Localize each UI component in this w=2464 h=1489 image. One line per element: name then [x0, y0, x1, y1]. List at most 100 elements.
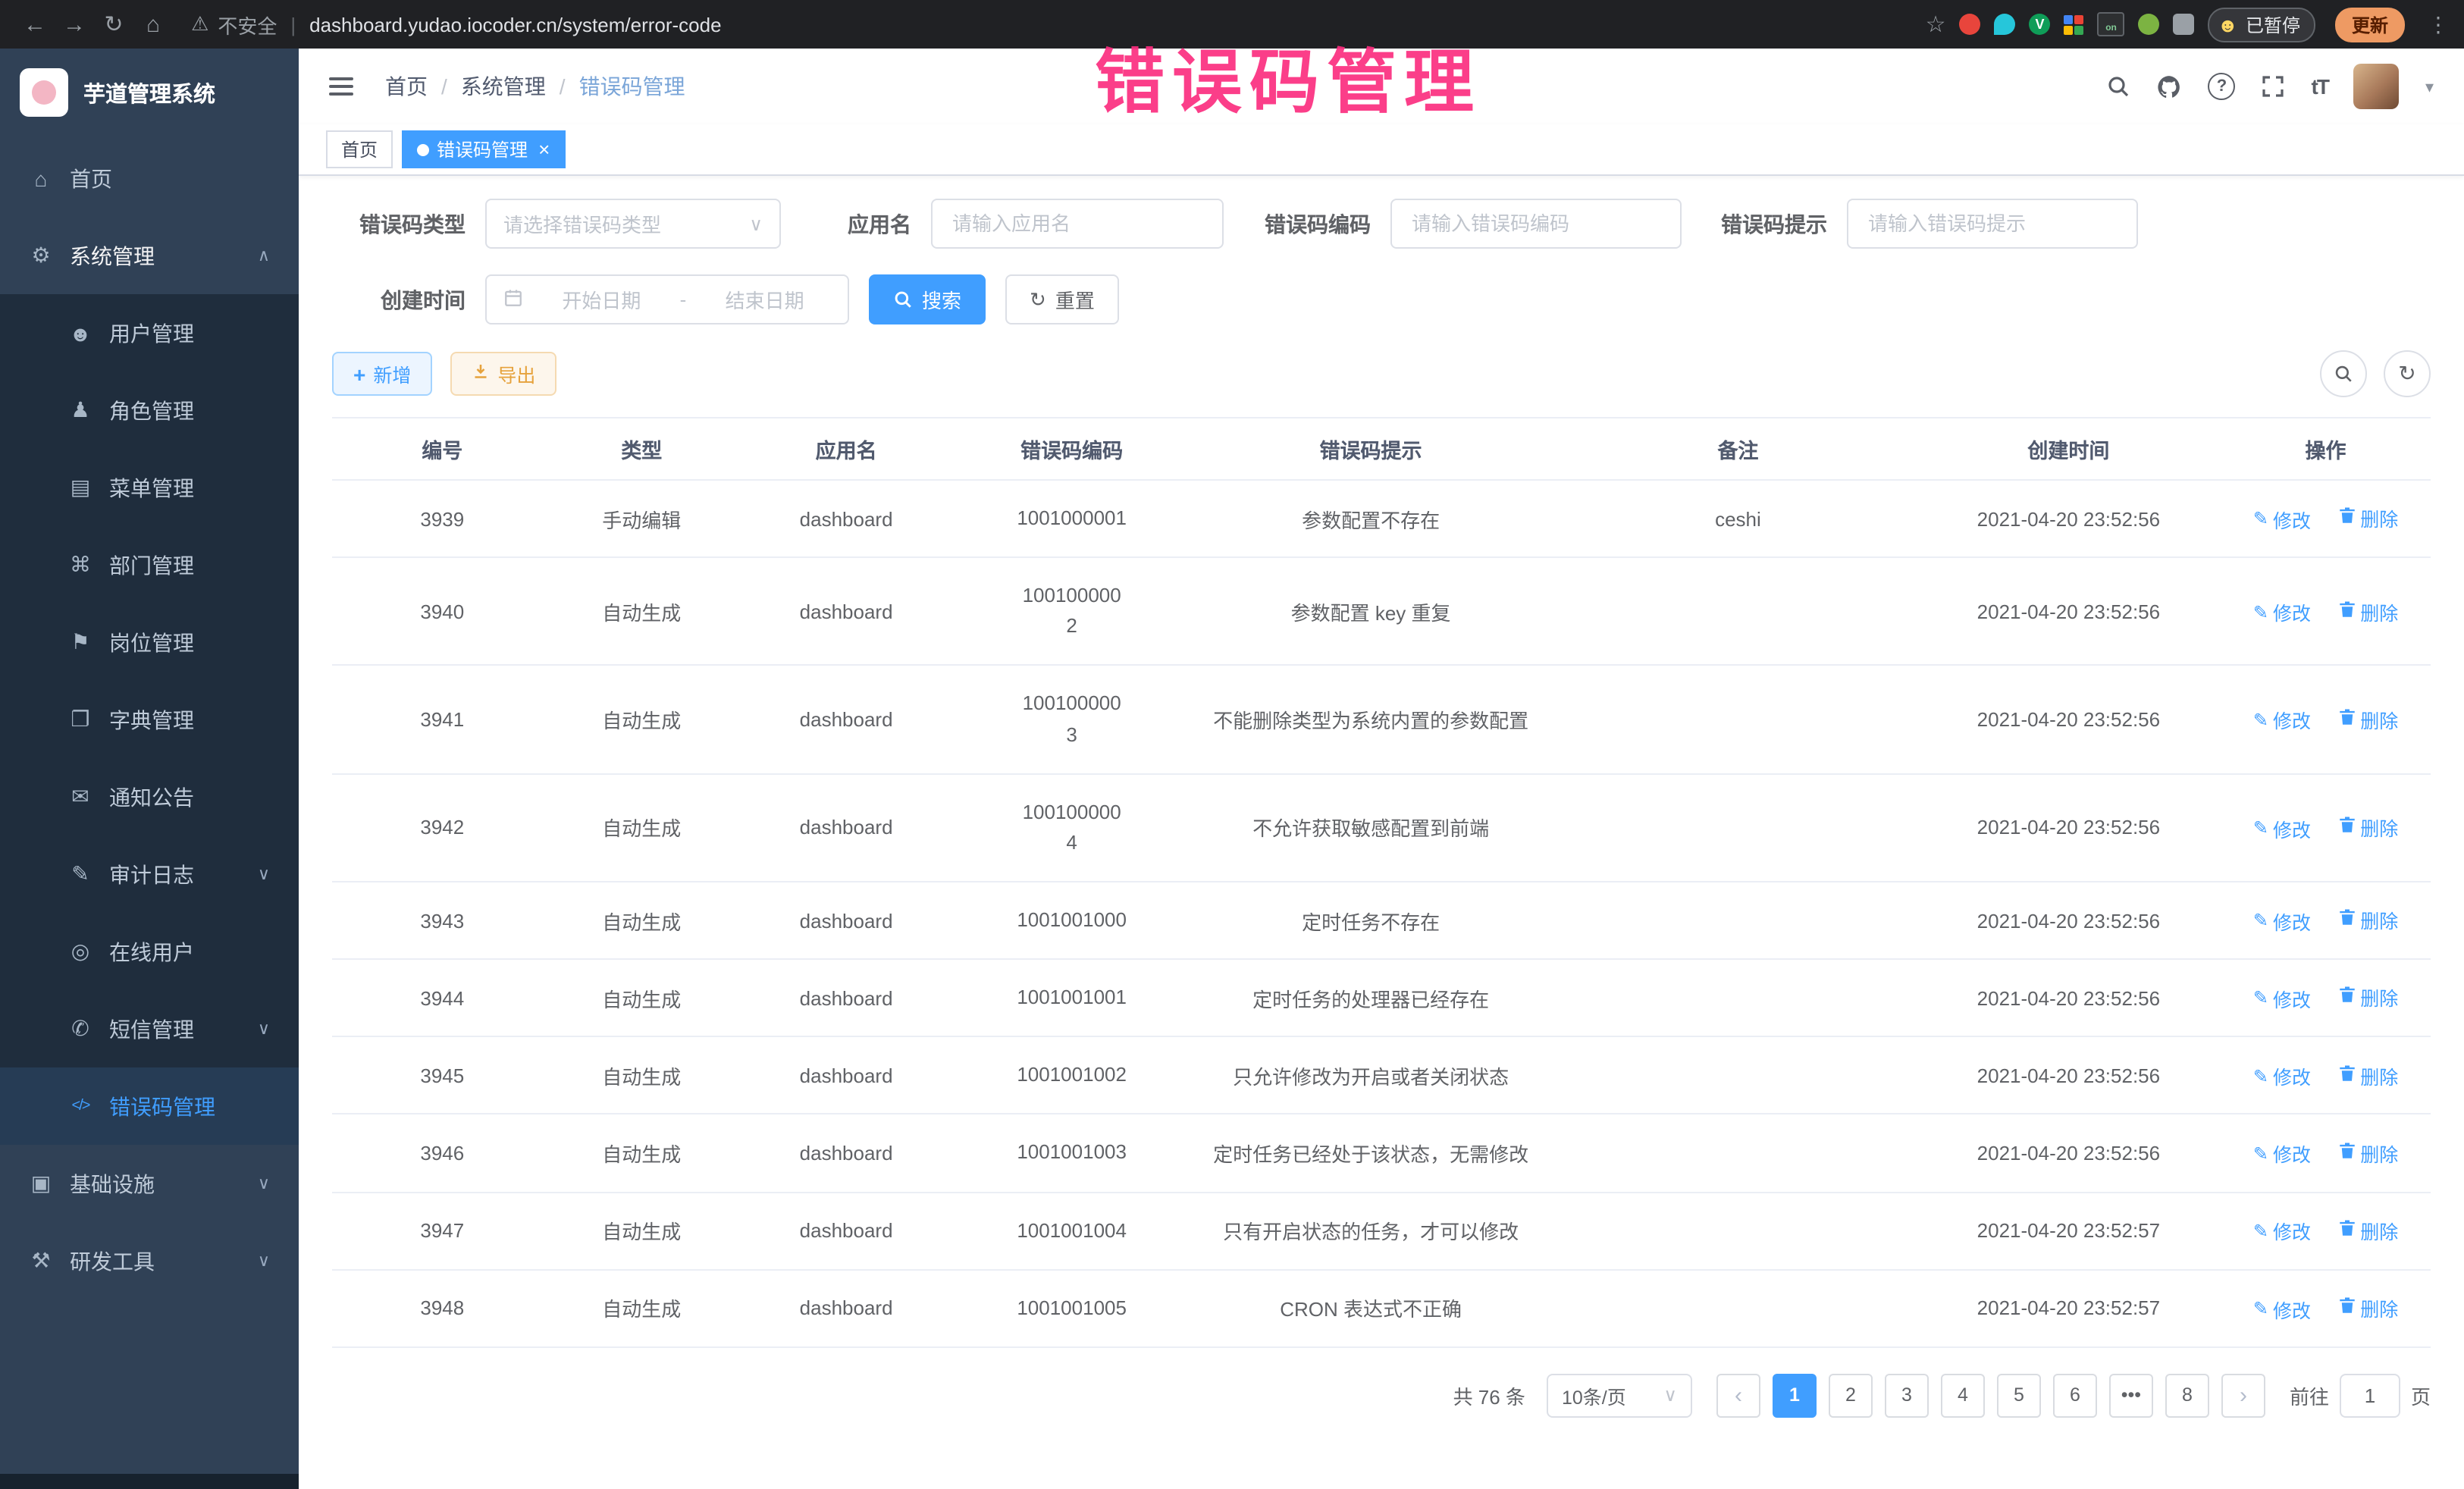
extension-puzzle-icon[interactable]: [2174, 14, 2195, 35]
edit-icon: ✎: [2253, 710, 2268, 731]
page-size-select[interactable]: 10条/页 ∨: [1547, 1374, 1692, 1418]
edit-link[interactable]: ✎ 修改: [2253, 1061, 2311, 1090]
edit-link[interactable]: ✎ 修改: [2253, 597, 2311, 626]
forward-icon[interactable]: →: [55, 6, 94, 42]
reload-icon[interactable]: ↻: [94, 6, 133, 42]
home-icon-chrome[interactable]: ⌂: [133, 6, 173, 42]
page-button-4[interactable]: 4: [1941, 1374, 1985, 1418]
font-size-icon[interactable]: tT: [2312, 74, 2328, 99]
warning-icon: ⚠: [191, 12, 208, 36]
security-chip[interactable]: ⚠ 不安全: [191, 10, 277, 39]
search-button[interactable]: 搜索: [869, 274, 986, 324]
update-button[interactable]: 更新: [2335, 7, 2405, 42]
edit-link[interactable]: ✎ 修改: [2253, 907, 2311, 936]
sidebar-item-roles[interactable]: ♟ 角色管理: [0, 371, 299, 449]
edit-link[interactable]: ✎ 修改: [2253, 813, 2311, 842]
close-icon[interactable]: ×: [538, 139, 550, 159]
delete-link[interactable]: 删除: [2337, 983, 2398, 1012]
prev-page-button[interactable]: ‹: [1716, 1374, 1760, 1418]
avatar[interactable]: [2354, 64, 2400, 109]
col-type: 类型: [553, 418, 731, 480]
page-button-3[interactable]: 3: [1885, 1374, 1929, 1418]
page-button-6[interactable]: 6: [2053, 1374, 2097, 1418]
tab-home[interactable]: 首页: [326, 130, 393, 168]
sidebar-item-users[interactable]: ☻ 用户管理: [0, 294, 299, 371]
sidebar-item-dev-tools[interactable]: ⚒ 研发工具 ∨: [0, 1222, 299, 1299]
app-logo[interactable]: 芋道管理系统: [0, 49, 299, 136]
msg-input[interactable]: [1865, 211, 2120, 237]
delete-link[interactable]: 删除: [2337, 504, 2398, 533]
kebab-menu-icon[interactable]: ⋮: [2428, 11, 2449, 37]
address-bar[interactable]: dashboard.yudao.iocoder.cn/system/error-…: [309, 13, 721, 36]
sidebar-item-sms[interactable]: ✆ 短信管理 ∨: [0, 990, 299, 1067]
extension-drop-icon[interactable]: [1995, 14, 2016, 35]
reset-button[interactable]: ↻ 重置: [1005, 274, 1119, 324]
delete-link[interactable]: 删除: [2337, 1061, 2398, 1089]
page-ellipsis-button[interactable]: •••: [2109, 1374, 2153, 1418]
search-icon[interactable]: [2107, 74, 2131, 99]
next-page-button[interactable]: ›: [2221, 1374, 2265, 1418]
app-input[interactable]: [949, 211, 1205, 237]
refresh-button[interactable]: ↻: [2384, 350, 2431, 397]
hamburger-icon[interactable]: [329, 77, 353, 96]
edit-link[interactable]: ✎ 修改: [2253, 706, 2311, 735]
paused-badge[interactable]: ☻ 已暂停: [2209, 7, 2315, 42]
tab-error-code[interactable]: 错误码管理 ×: [402, 130, 565, 168]
delete-link[interactable]: 删除: [2337, 1216, 2398, 1245]
github-icon[interactable]: [2157, 74, 2183, 99]
sidebar-item-infrastructure[interactable]: ▣ 基础设施 ∨: [0, 1145, 299, 1222]
help-icon[interactable]: ?: [2209, 73, 2236, 100]
sidebar-item-dictionary[interactable]: ❐ 字典管理: [0, 681, 299, 758]
back-icon[interactable]: ←: [15, 6, 55, 42]
sidebar-item-menus[interactable]: ▤ 菜单管理: [0, 449, 299, 526]
sidebar-item-departments[interactable]: ⌘ 部门管理: [0, 526, 299, 603]
delete-link[interactable]: 删除: [2337, 1293, 2398, 1322]
edit-link[interactable]: ✎ 修改: [2253, 1294, 2311, 1323]
page-button-1[interactable]: 1: [1773, 1374, 1817, 1418]
type-select[interactable]: 请选择错误码类型 ∨: [485, 199, 781, 249]
sidebar-item-online-users[interactable]: ◎ 在线用户: [0, 913, 299, 990]
extension-on-icon[interactable]: on: [2098, 12, 2125, 36]
sidebar-item-notice[interactable]: ✉ 通知公告: [0, 758, 299, 835]
cell-code: 100100000 2: [961, 557, 1182, 666]
cell-type: 自动生成: [553, 1269, 731, 1346]
delete-link[interactable]: 删除: [2337, 906, 2398, 935]
sidebar-item-posts[interactable]: ⚑ 岗位管理: [0, 603, 299, 681]
code-input[interactable]: [1409, 211, 1663, 237]
date-range-picker[interactable]: 开始日期 - 结束日期: [485, 274, 849, 324]
extension-grid-icon[interactable]: [2064, 14, 2084, 34]
extension-red-icon[interactable]: [1960, 14, 1981, 35]
edit-link[interactable]: ✎ 修改: [2253, 1217, 2311, 1246]
page-button-2[interactable]: 2: [1829, 1374, 1873, 1418]
search-toggle-button[interactable]: [2320, 350, 2367, 397]
goto-page-input[interactable]: [2340, 1374, 2400, 1418]
export-button[interactable]: 导出: [450, 352, 556, 396]
fullscreen-icon[interactable]: [2262, 74, 2286, 99]
bookmark-star-icon[interactable]: ☆: [1926, 11, 1946, 38]
table-row: 3942 自动生成 dashboard 100100000 4 不允许获取敏感配…: [332, 773, 2431, 882]
trash-icon: [2337, 1219, 2356, 1242]
page-button-5[interactable]: 5: [1997, 1374, 2041, 1418]
breadcrumb-home[interactable]: 首页: [385, 71, 428, 102]
filter-row-2: 创建时间 开始日期 - 结束日期 搜索 ↻: [332, 274, 2431, 324]
sidebar-footer-bar[interactable]: [0, 1474, 299, 1489]
breadcrumb-system[interactable]: 系统管理: [461, 71, 546, 102]
delete-link[interactable]: 删除: [2337, 597, 2398, 625]
sidebar-item-system[interactable]: ⚙ 系统管理 ∧: [0, 217, 299, 294]
cell-remark: [1560, 959, 1917, 1036]
sidebar-item-error-code[interactable]: </> 错误码管理: [0, 1067, 299, 1145]
edit-link[interactable]: ✎ 修改: [2253, 505, 2311, 534]
sidebar-item-audit-log[interactable]: ✎ 审计日志 ∨: [0, 835, 299, 913]
extension-leaf-icon[interactable]: [2139, 14, 2160, 35]
cell-remark: [1560, 773, 1917, 882]
page-button-8[interactable]: 8: [2165, 1374, 2209, 1418]
sidebar-item-home[interactable]: ⌂ 首页: [0, 139, 299, 217]
delete-link[interactable]: 删除: [2337, 1138, 2398, 1167]
delete-link[interactable]: 删除: [2337, 813, 2398, 842]
edit-link[interactable]: ✎ 修改: [2253, 1139, 2311, 1168]
extension-v-icon[interactable]: V: [2030, 14, 2051, 35]
delete-link[interactable]: 删除: [2337, 705, 2398, 734]
add-button[interactable]: + 新增: [332, 352, 432, 396]
caret-down-icon[interactable]: ▾: [2425, 77, 2434, 96]
edit-link[interactable]: ✎ 修改: [2253, 984, 2311, 1013]
